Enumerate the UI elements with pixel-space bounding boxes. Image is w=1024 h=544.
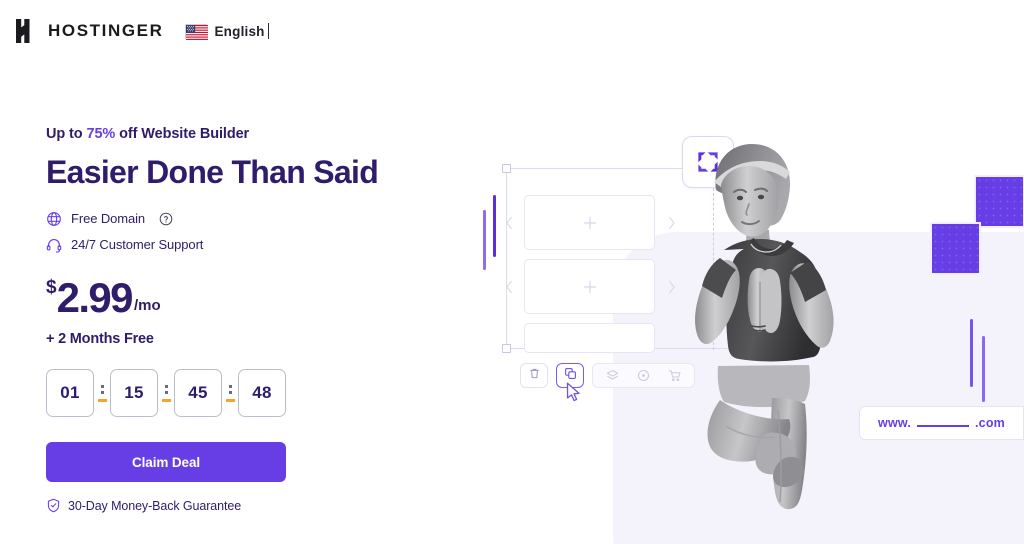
resize-handle-top-left[interactable] (502, 164, 511, 173)
hostinger-h-logo-icon (14, 18, 38, 44)
url-blank-line (917, 425, 969, 427)
language-selector[interactable]: English (185, 23, 269, 40)
brand-logo[interactable]: HOSTINGER (14, 18, 163, 44)
site-header: HOSTINGER English (14, 18, 269, 44)
layers-icon[interactable] (606, 369, 619, 382)
shopping-cart-icon[interactable] (668, 369, 681, 382)
shield-check-icon (46, 498, 61, 513)
domain-url-bar[interactable]: www. .com (859, 406, 1024, 440)
countdown-value: 45 (188, 383, 208, 403)
price-period: /mo (133, 297, 161, 315)
url-suffix: .com (975, 416, 1005, 430)
offer-eyebrow: Up to 75% off Website Builder (46, 126, 466, 142)
url-prefix: www. (878, 416, 911, 430)
eyebrow-suffix: off Website Builder (115, 126, 250, 142)
money-back-guarantee: 30-Day Money-Back Guarantee (46, 498, 466, 513)
countdown-value: 15 (124, 383, 144, 403)
decor-vertical-bar (982, 336, 985, 402)
yoga-woman-photo (654, 130, 964, 510)
countdown-unit-centiseconds: 48 (238, 369, 286, 418)
plus-icon (582, 279, 598, 295)
countdown-value: 01 (60, 383, 80, 403)
bonus-label: + 2 Months Free (46, 331, 154, 348)
feature-label: Free Domain (71, 211, 146, 227)
language-divider (267, 23, 269, 39)
target-dot-icon[interactable] (637, 369, 650, 382)
eyebrow-prefix: Up to (46, 126, 87, 142)
canvas-block[interactable] (506, 195, 675, 250)
eyebrow-percent: 75% (86, 126, 116, 142)
chevron-left-icon[interactable] (505, 216, 514, 230)
question-mark-circle-icon[interactable] (159, 212, 173, 226)
trash-icon (528, 367, 541, 385)
decor-vertical-bar (970, 319, 973, 387)
decor-purple-square (974, 175, 1024, 228)
plus-icon (582, 215, 598, 231)
builder-illustration: www. .com (470, 110, 1024, 544)
promo-page: HOSTINGER English Up to 75% off Website … (0, 0, 1024, 544)
countdown-unit-minutes: 15 (110, 369, 158, 418)
claim-deal-button[interactable]: Claim Deal (46, 442, 286, 483)
globe-icon (46, 211, 62, 227)
language-label: English (214, 23, 265, 39)
headset-icon (46, 237, 62, 253)
toolbar-group (592, 363, 695, 388)
frame-edge (506, 168, 507, 348)
feature-free-domain: Free Domain (46, 211, 466, 227)
canvas-block[interactable] (506, 259, 675, 314)
brand-name: HOSTINGER (48, 21, 164, 40)
countdown-unit-seconds: 45 (174, 369, 222, 418)
feature-customer-support: 24/7 Customer Support (46, 237, 466, 253)
element-toolbar (520, 363, 695, 388)
feature-label: 24/7 Customer Support (71, 237, 204, 253)
price-currency: $ (46, 277, 57, 299)
feature-list: Free Domain 24/7 Customer Support (46, 211, 466, 253)
countdown-value: 48 (252, 383, 272, 403)
resize-handle-bottom-left[interactable] (502, 344, 511, 353)
decor-vertical-bar (483, 210, 486, 270)
canvas-block[interactable] (524, 323, 655, 353)
countdown-separator (222, 385, 238, 402)
chevron-left-icon[interactable] (505, 280, 514, 294)
countdown-separator (94, 385, 110, 402)
mouse-pointer-icon (566, 382, 582, 402)
price-block: $ 2.99 /mo (46, 273, 466, 321)
decor-vertical-bar (493, 195, 496, 257)
delete-button[interactable] (520, 363, 548, 388)
guarantee-label: 30-Day Money-Back Guarantee (68, 498, 242, 513)
price-amount: 2.99 (56, 273, 134, 321)
countdown-unit-hours: 01 (46, 369, 94, 418)
us-flag-icon (185, 23, 209, 40)
countdown-separator (158, 385, 174, 402)
offer-panel: Up to 75% off Website Builder Easier Don… (46, 126, 466, 513)
countdown-timer: 01 15 45 48 (46, 369, 466, 418)
page-title: Easier Done Than Said (46, 154, 379, 190)
